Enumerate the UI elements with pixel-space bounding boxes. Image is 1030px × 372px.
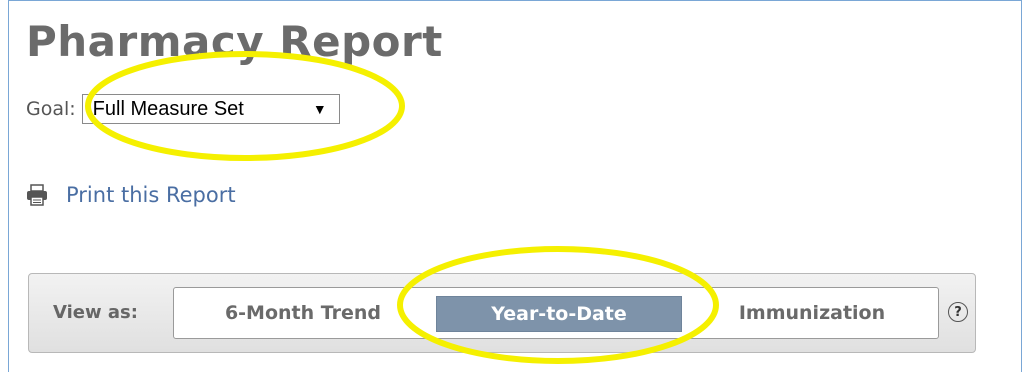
help-icon[interactable]: ? bbox=[948, 302, 968, 322]
view-as-bar: View as: 6-Month Trend Year-to-Date Immu… bbox=[28, 273, 976, 353]
goal-select[interactable]: Full Measure Set ▼ bbox=[81, 94, 340, 124]
tab-6-month-trend[interactable]: 6-Month Trend bbox=[174, 288, 432, 338]
view-toggle-group: 6-Month Trend Year-to-Date Immunization bbox=[173, 287, 939, 339]
printer-icon bbox=[27, 184, 47, 206]
print-report-link[interactable]: Print this Report bbox=[26, 183, 236, 207]
tab-immunization[interactable]: Immunization bbox=[686, 288, 938, 338]
view-as-label: View as: bbox=[53, 302, 138, 323]
tab-year-to-date[interactable]: Year-to-Date bbox=[436, 296, 682, 332]
chevron-down-icon: ▼ bbox=[312, 101, 327, 117]
print-report-label: Print this Report bbox=[66, 183, 236, 207]
goal-select-value: Full Measure Set bbox=[92, 97, 244, 120]
page-title: Pharmacy Report bbox=[26, 17, 443, 66]
goal-label: Goal: bbox=[26, 98, 76, 120]
goal-row: Goal: Full Measure Set ▼ bbox=[26, 92, 340, 126]
